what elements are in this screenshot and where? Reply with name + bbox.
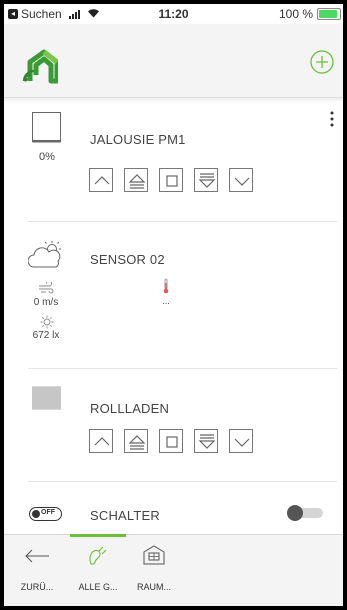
- thermometer-icon: [163, 278, 169, 294]
- device-card-sensor[interactable]: SENSOR 02 0 m/s 672 lx ...: [4, 222, 343, 369]
- blind-up-button[interactable]: [89, 168, 113, 192]
- smart-home-logo: [22, 49, 58, 84]
- battery-indicator: 100 %: [279, 7, 341, 21]
- sun-light-icon: [40, 315, 54, 329]
- schalter-toggle[interactable]: [287, 505, 325, 521]
- battery-icon: [317, 8, 341, 20]
- blind-down-button[interactable]: [229, 168, 253, 192]
- device-title: SCHALTER: [90, 508, 160, 523]
- roller-shutter-icon: [32, 386, 61, 410]
- more-vertical-icon[interactable]: [329, 110, 335, 128]
- stop-icon: [166, 436, 178, 448]
- chevron-up-icon: [94, 176, 110, 185]
- device-title: ROLLLADEN: [90, 401, 170, 416]
- blind-controls: [89, 168, 253, 192]
- step-down-icon: [198, 434, 216, 449]
- tab-rooms[interactable]: RAUM...: [126, 535, 182, 606]
- device-list: 0% JALOUSIE PM1 SENSOR 02 0 m/s 672 lx .…: [4, 98, 343, 535]
- tab-back[interactable]: ZURÜ...: [4, 535, 70, 606]
- light-value: 672 lx: [32, 330, 60, 341]
- step-up-icon: [128, 174, 146, 189]
- status-bar: ◂ Suchen 11:20 100 %: [4, 4, 343, 24]
- blind-icon: [32, 112, 61, 143]
- device-card-rollladen[interactable]: ROLLLADEN: [4, 369, 343, 482]
- battery-percent: 100 %: [278, 7, 313, 21]
- chevron-up-icon: [94, 437, 110, 446]
- device-card-jalousie[interactable]: 0% JALOUSIE PM1: [4, 98, 343, 222]
- weather-cloud-sun-icon: [28, 241, 61, 268]
- blind-step-down-button[interactable]: [194, 168, 218, 192]
- shutter-step-up-button[interactable]: [124, 429, 148, 453]
- tab-label: RAUM...: [136, 582, 171, 592]
- shutter-down-button[interactable]: [229, 429, 253, 453]
- blind-step-up-button[interactable]: [124, 168, 148, 192]
- chevron-down-icon: [234, 177, 250, 186]
- plug-icon: [89, 546, 107, 565]
- shutter-step-down-button[interactable]: [194, 429, 218, 453]
- step-down-icon: [198, 173, 216, 188]
- temperature-value: ...: [162, 296, 170, 306]
- switch-off-label: OFF: [41, 509, 55, 516]
- blind-position: 0%: [39, 151, 55, 163]
- device-card-schalter[interactable]: OFF SCHALTER: [4, 482, 343, 535]
- shutter-controls: [89, 429, 253, 453]
- device-title: JALOUSIE PM1: [90, 132, 186, 147]
- tab-label: ALLE G...: [78, 582, 118, 592]
- bottom-tab-bar: ZURÜ... ALLE G... RAUM...: [4, 534, 343, 606]
- tab-all-devices[interactable]: ALLE G...: [70, 534, 126, 606]
- tab-label: ZURÜ...: [20, 582, 54, 592]
- shutter-up-button[interactable]: [89, 429, 113, 453]
- app-header: [4, 24, 343, 98]
- app-screen: ◂ Suchen 11:20 100 % 0% JALOUSIE PM1 SEN…: [4, 4, 343, 606]
- blind-stop-button[interactable]: [159, 168, 183, 192]
- switch-off-icon: OFF: [29, 507, 62, 521]
- plus-circle-icon[interactable]: [310, 50, 334, 74]
- stop-icon: [166, 175, 178, 187]
- chevron-down-icon: [234, 438, 250, 447]
- room-icon: [143, 545, 165, 565]
- step-up-icon: [128, 435, 146, 450]
- wind-value: 0 m/s: [33, 297, 59, 308]
- arrow-left-icon: [25, 549, 49, 563]
- shutter-stop-button[interactable]: [159, 429, 183, 453]
- wind-icon: [39, 282, 54, 294]
- device-title: SENSOR 02: [90, 252, 165, 267]
